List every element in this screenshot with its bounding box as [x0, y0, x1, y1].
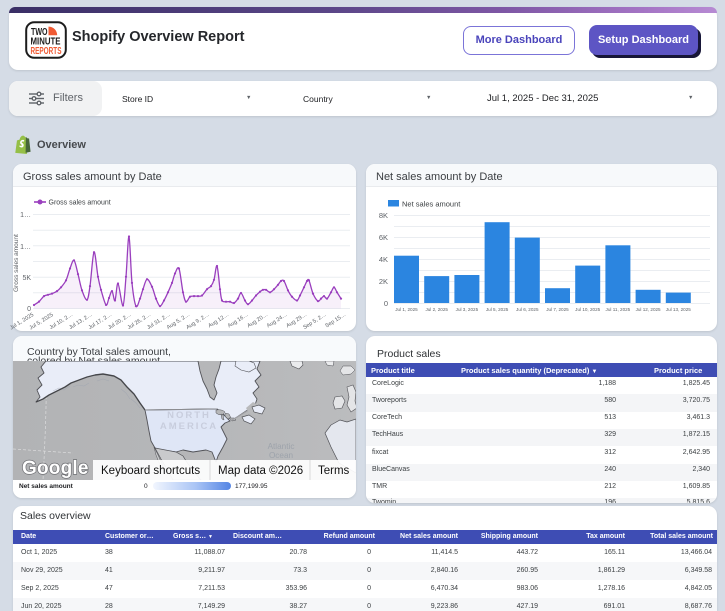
- svg-text:AMERICA: AMERICA: [160, 421, 218, 432]
- svg-text:Gross sales amount: Gross sales amount: [49, 200, 111, 207]
- svg-text:Sep 15…: Sep 15…: [324, 312, 347, 329]
- svg-text:4K: 4K: [379, 255, 388, 264]
- svg-text:Aug 12…: Aug 12…: [207, 312, 230, 329]
- svg-text:Ocean: Ocean: [269, 451, 294, 460]
- svg-text:Keyboard shortcuts: Keyboard shortcuts: [101, 465, 200, 477]
- svg-text:Aug 20…: Aug 20…: [246, 312, 269, 329]
- svg-text:Jul 11, 2025: Jul 11, 2025: [606, 307, 631, 312]
- svg-text:Terms: Terms: [318, 465, 350, 477]
- svg-text:Jul 5, 2025: Jul 5, 2025: [486, 307, 509, 312]
- svg-text:Jul 1, 2025: Jul 1, 2025: [395, 307, 418, 312]
- svg-text:Jul 10, 2025: Jul 10, 2025: [575, 307, 600, 312]
- svg-text:2K: 2K: [379, 277, 388, 286]
- svg-text:6K: 6K: [379, 233, 388, 242]
- svg-text:Aug 24…: Aug 24…: [266, 312, 289, 329]
- svg-text:1…: 1…: [20, 244, 31, 251]
- svg-text:8K: 8K: [379, 211, 388, 220]
- svg-text:1…: 1…: [20, 212, 31, 219]
- svg-text:NORTH: NORTH: [167, 410, 211, 421]
- svg-text:Jul 2, 2025: Jul 2, 2025: [425, 307, 448, 312]
- svg-text:5K: 5K: [22, 275, 31, 282]
- svg-text:Jul 3, 2025: Jul 3, 2025: [456, 307, 479, 312]
- svg-text:Jul 7, 2025: Jul 7, 2025: [546, 307, 569, 312]
- svg-text:REPORTS: REPORTS: [31, 46, 62, 57]
- svg-text:Map data ©2026: Map data ©2026: [218, 465, 303, 477]
- svg-text:Atlantic: Atlantic: [268, 442, 295, 451]
- svg-text:Jul 6, 2025: Jul 6, 2025: [516, 307, 539, 312]
- svg-text:Google: Google: [22, 458, 89, 479]
- svg-text:0: 0: [384, 299, 388, 308]
- svg-text:Gross sales amount: Gross sales amount: [13, 234, 20, 292]
- svg-text:Jul 13, 2025: Jul 13, 2025: [666, 307, 691, 312]
- svg-text:Jul 12, 2025: Jul 12, 2025: [636, 307, 661, 312]
- svg-text:Aug 16…: Aug 16…: [227, 312, 250, 329]
- svg-text:Net sales amount: Net sales amount: [402, 200, 461, 209]
